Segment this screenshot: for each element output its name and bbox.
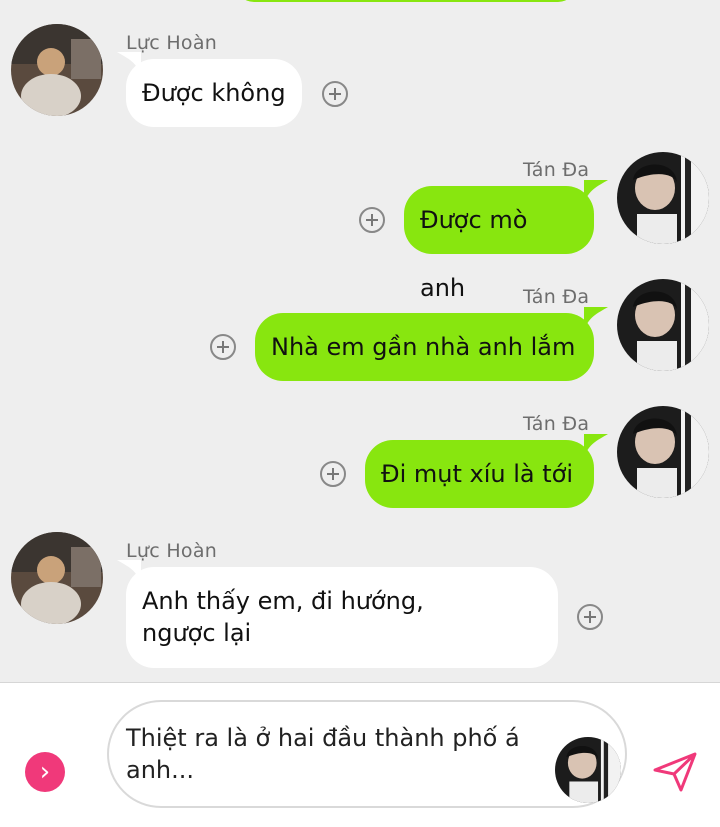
chevron-right-icon: › xyxy=(39,757,51,787)
message-bubble[interactable]: Đi mụt xíu là tới xyxy=(365,440,594,508)
previous-message-bubble xyxy=(236,0,576,2)
message-line: ngược lại xyxy=(142,619,252,647)
composer-avatar[interactable] xyxy=(555,737,621,803)
avatar-luc-hoan[interactable] xyxy=(11,24,103,116)
sender-name: Lực Hoàn xyxy=(126,540,218,562)
message-bubble[interactable]: Anh thấy em, đi hướng, ngược lại xyxy=(126,567,558,668)
add-reaction-icon[interactable] xyxy=(359,207,385,233)
message-line: Anh thấy em, đi hướng, xyxy=(142,587,424,615)
message-bubble[interactable]: Được mò anh xyxy=(404,186,594,302)
expand-button[interactable]: › xyxy=(25,752,65,792)
add-reaction-icon[interactable] xyxy=(320,461,346,487)
avatar-tan-da[interactable] xyxy=(617,279,709,371)
add-reaction-icon[interactable] xyxy=(322,81,348,107)
add-reaction-icon[interactable] xyxy=(577,604,603,630)
input-line: Thiệt ra là ở hai đầu thành phố á xyxy=(126,724,520,752)
send-icon[interactable] xyxy=(653,752,697,792)
sender-name: Tán Đa xyxy=(523,413,590,435)
avatar-tan-da[interactable] xyxy=(617,406,709,498)
sender-name: Tán Đa xyxy=(523,286,590,308)
sender-name: Tán Đa xyxy=(523,159,590,181)
message-bubble[interactable]: Nhà em gần nhà anh lắm xyxy=(255,313,594,381)
avatar-luc-hoan[interactable] xyxy=(11,532,103,624)
input-line: anh... xyxy=(126,756,195,784)
avatar-tan-da[interactable] xyxy=(617,152,709,244)
message-input-text[interactable]: Thiệt ra là ở hai đầu thành phố á anh... xyxy=(126,722,546,786)
message-bubble[interactable]: Được không xyxy=(126,59,302,127)
sender-name: Lực Hoàn xyxy=(126,32,218,54)
add-reaction-icon[interactable] xyxy=(210,334,236,360)
